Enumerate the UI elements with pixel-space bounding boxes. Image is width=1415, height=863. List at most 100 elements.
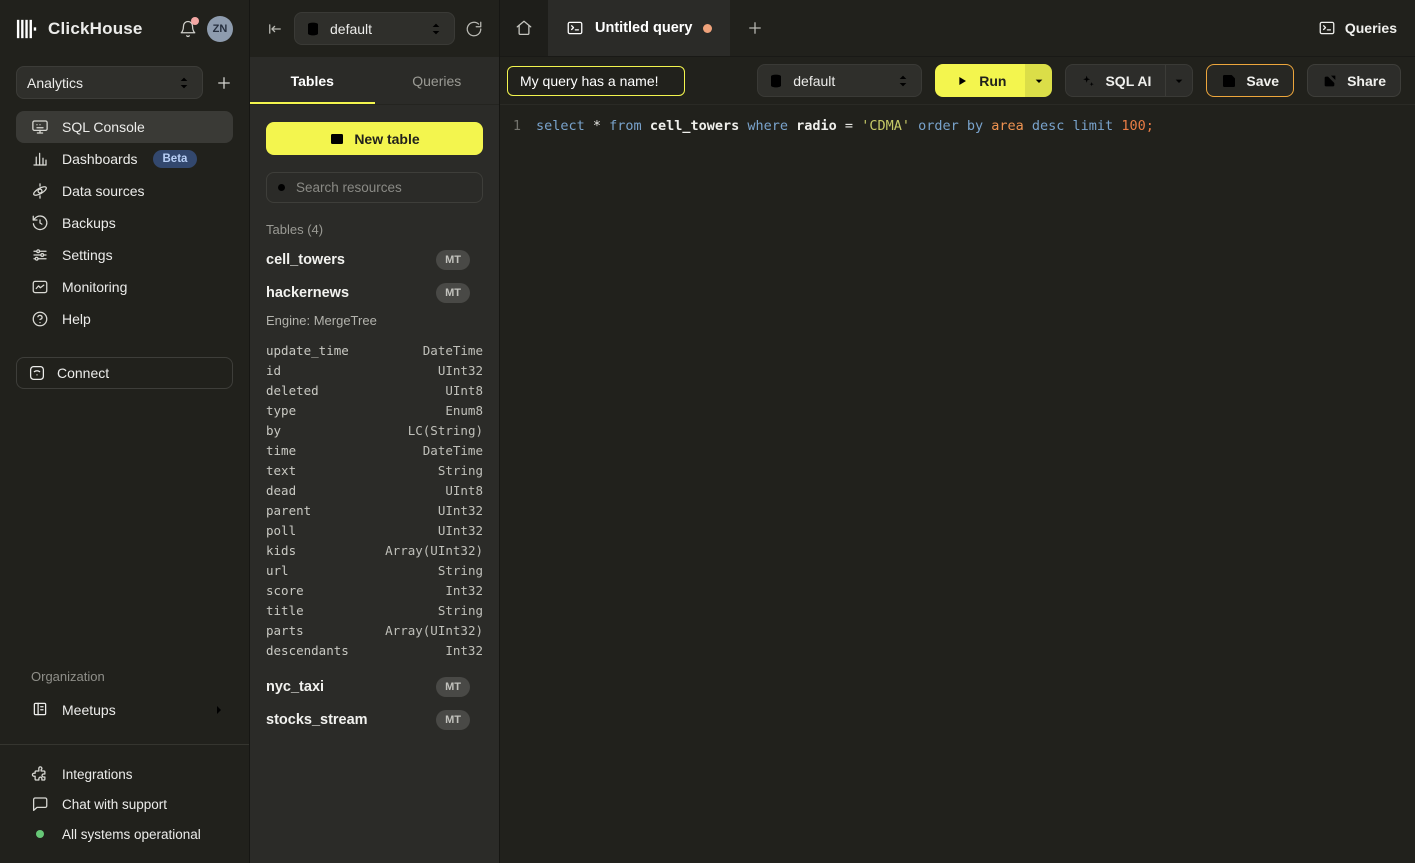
integrations-label: Integrations xyxy=(62,767,133,782)
column-row[interactable]: kids Array(UInt32) xyxy=(266,540,483,560)
hackernews-columns: update_time DateTime id UInt32 deleted U… xyxy=(266,340,483,660)
toolbar-database-selector[interactable]: default xyxy=(757,64,922,97)
sidebar-item-chat-support[interactable]: Chat with support xyxy=(0,789,249,819)
table-row-stocks-stream[interactable]: stocks_stream MT xyxy=(266,703,483,736)
table-row-nyc-taxi[interactable]: nyc_taxi MT xyxy=(266,670,483,703)
sql-token: order xyxy=(918,118,967,134)
plus-icon xyxy=(746,19,764,37)
sidebar-item-help[interactable]: Help xyxy=(16,303,233,335)
save-button[interactable]: Save xyxy=(1206,64,1294,97)
code-line: 1 select * from cell_towers where radio … xyxy=(500,116,1415,136)
column-name: parent xyxy=(266,503,311,518)
column-name: kids xyxy=(266,543,296,558)
column-row[interactable]: parent UInt32 xyxy=(266,500,483,520)
sidebar-nav: SQL Console Dashboards Beta Data sources… xyxy=(0,111,249,335)
query-name-input[interactable] xyxy=(507,66,685,96)
column-row[interactable]: score Int32 xyxy=(266,580,483,600)
system-status[interactable]: All systems operational xyxy=(0,819,249,849)
table-row-hackernews[interactable]: hackernews MT xyxy=(266,276,483,309)
database-icon xyxy=(305,21,321,37)
engine-badge: MT xyxy=(436,283,470,303)
search-resources[interactable] xyxy=(266,172,483,203)
new-table-button[interactable]: New table xyxy=(266,122,483,155)
sidebar-item-backups[interactable]: Backups xyxy=(16,207,233,239)
column-row[interactable]: url String xyxy=(266,560,483,580)
notifications-button[interactable] xyxy=(179,20,197,38)
tab-queries[interactable]: Queries xyxy=(375,57,500,104)
column-type: UInt32 xyxy=(438,503,483,518)
sql-token: area xyxy=(991,118,1032,134)
query-toolbar: default Run SQL AI xyxy=(500,57,1415,105)
sql-token: limit xyxy=(1073,118,1122,134)
chevron-down-icon xyxy=(1031,73,1047,89)
refresh-button[interactable] xyxy=(465,20,483,38)
column-row[interactable]: deleted UInt8 xyxy=(266,380,483,400)
column-row[interactable]: title String xyxy=(266,600,483,620)
sidebar-item-integrations[interactable]: Integrations xyxy=(0,759,249,789)
brand[interactable]: ClickHouse xyxy=(16,18,143,40)
sql-token: select xyxy=(536,118,593,134)
workspace-selector[interactable]: Analytics xyxy=(16,66,203,99)
run-options-button[interactable] xyxy=(1025,64,1052,97)
sidebar-item-monitoring[interactable]: Monitoring xyxy=(16,271,233,303)
column-name: time xyxy=(266,443,296,458)
sidebar-item-dashboards[interactable]: Dashboards Beta xyxy=(16,143,233,175)
sql-ai-label: SQL AI xyxy=(1105,73,1151,89)
run-button[interactable]: Run xyxy=(935,64,1025,97)
query-tab[interactable]: Untitled query xyxy=(548,0,730,56)
column-row[interactable]: parts Array(UInt32) xyxy=(266,620,483,640)
sql-ai-options-button[interactable] xyxy=(1165,65,1192,96)
sql-ai-button[interactable]: SQL AI xyxy=(1066,65,1165,96)
table-icon xyxy=(329,131,345,147)
sql-code[interactable]: select * from cell_towers where radio = … xyxy=(536,116,1154,136)
save-label: Save xyxy=(1246,73,1279,89)
sql-token: cell_towers xyxy=(650,118,748,134)
column-row[interactable]: by LC(String) xyxy=(266,420,483,440)
explorer-header: default xyxy=(250,0,499,57)
clickhouse-logo-icon xyxy=(16,18,38,40)
home-button[interactable] xyxy=(500,0,548,56)
column-row[interactable]: descendants Int32 xyxy=(266,640,483,660)
database-selector[interactable]: default xyxy=(294,12,455,45)
engine-badge: MT xyxy=(436,677,470,697)
column-row[interactable]: id UInt32 xyxy=(266,360,483,380)
dashboards-icon xyxy=(31,150,49,168)
column-row[interactable]: dead UInt8 xyxy=(266,480,483,500)
line-number: 1 xyxy=(500,116,536,136)
connect-button[interactable]: Connect xyxy=(16,357,233,389)
add-workspace-button[interactable] xyxy=(215,74,233,92)
sidebar-item-meetups[interactable]: Meetups xyxy=(16,694,233,726)
run-split-button: Run xyxy=(935,64,1052,97)
column-row[interactable]: update_time DateTime xyxy=(266,340,483,360)
tab-tables[interactable]: Tables xyxy=(250,57,375,104)
collapse-panel-button[interactable] xyxy=(266,20,284,38)
sidebar-item-settings[interactable]: Settings xyxy=(16,239,233,271)
column-name: url xyxy=(266,563,289,578)
share-button[interactable]: Share xyxy=(1307,64,1401,97)
meetups-icon xyxy=(31,700,49,721)
sidebar-item-sql-console[interactable]: SQL Console xyxy=(16,111,233,143)
run-label: Run xyxy=(979,73,1006,89)
query-tab-title: Untitled query xyxy=(595,20,692,36)
chevron-right-icon xyxy=(211,702,227,718)
sql-editor[interactable]: 1 select * from cell_towers where radio … xyxy=(500,105,1415,863)
arrow-left-to-line-icon xyxy=(266,20,284,38)
terminal-icon xyxy=(1318,19,1336,37)
toolbar-database-value: default xyxy=(793,73,886,89)
main-area: Untitled query Queries default xyxy=(500,0,1415,863)
column-row[interactable]: type Enum8 xyxy=(266,400,483,420)
column-type: DateTime xyxy=(423,443,483,458)
new-query-tab-button[interactable] xyxy=(730,0,780,56)
avatar[interactable]: ZN xyxy=(207,16,233,42)
data-sources-icon xyxy=(31,182,49,200)
queries-button[interactable]: Queries xyxy=(1300,0,1415,56)
column-row[interactable]: poll UInt32 xyxy=(266,520,483,540)
sidebar-item-data-sources[interactable]: Data sources xyxy=(16,175,233,207)
table-row-cell-towers[interactable]: cell_towers MT xyxy=(266,243,483,276)
explorer-body: New table Tables (4) cell_towers MT hack… xyxy=(250,105,499,863)
sql-token: from xyxy=(609,118,650,134)
column-row[interactable]: time DateTime xyxy=(266,440,483,460)
search-input[interactable] xyxy=(296,180,473,195)
column-type: UInt8 xyxy=(445,483,483,498)
column-row[interactable]: text String xyxy=(266,460,483,480)
